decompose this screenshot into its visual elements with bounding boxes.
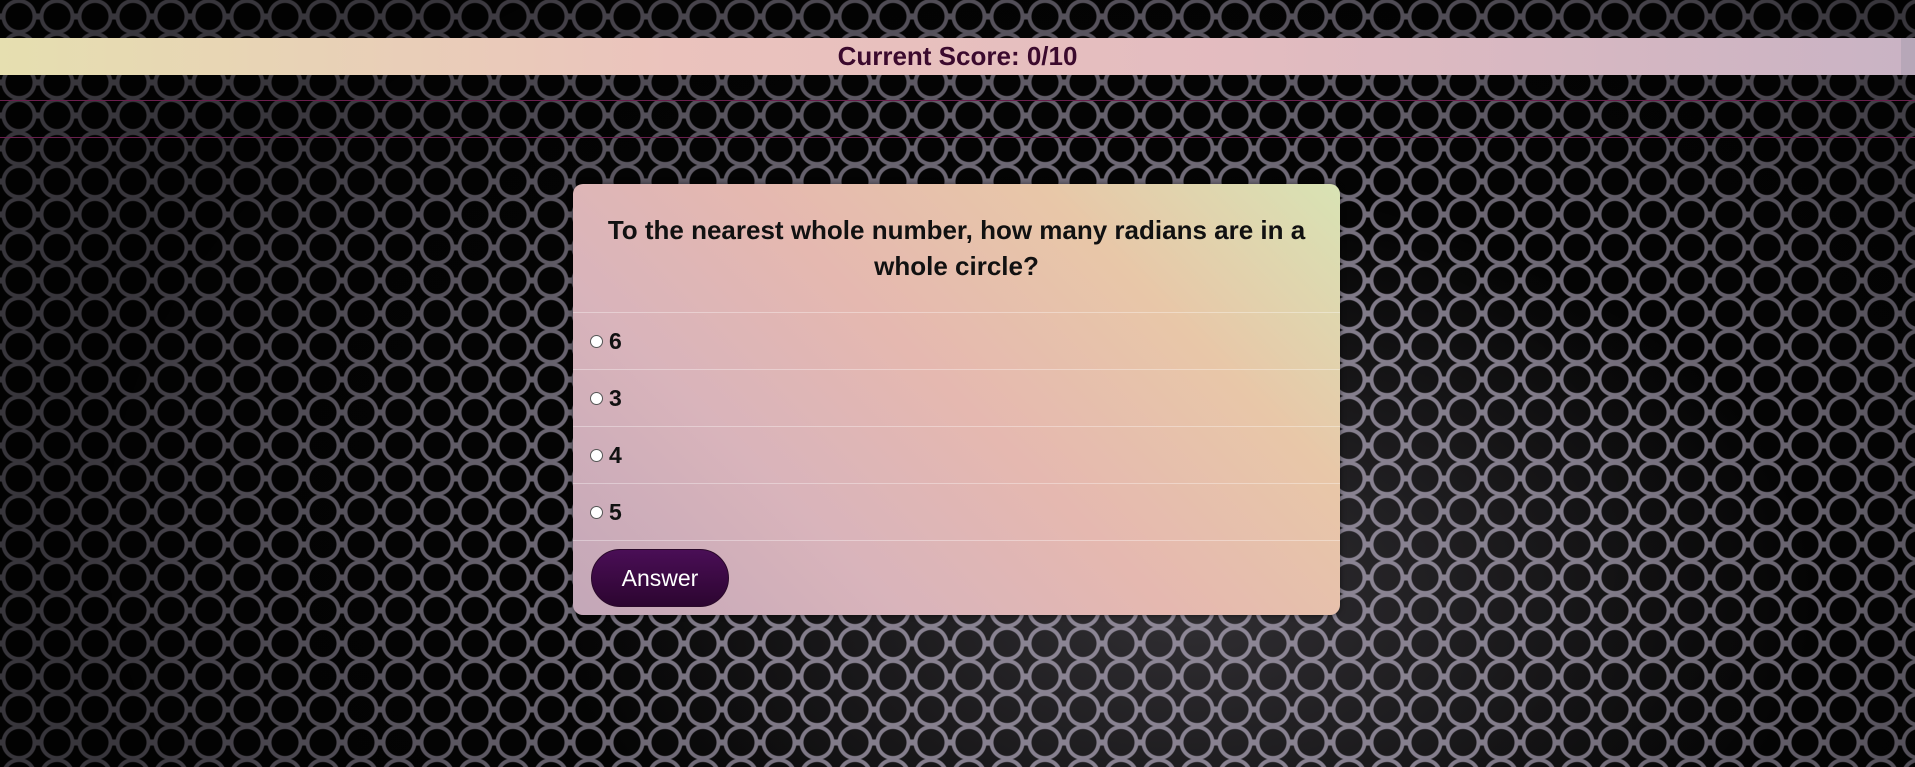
radio-button[interactable] [590,505,603,519]
current-score: Current Score: 0/10 [837,41,1078,71]
divider-line [0,100,1915,101]
question-card: To the nearest whole number, how many ra… [573,184,1340,615]
option-label: 6 [609,327,622,354]
score-bar: Current Score: 0/10 [0,38,1915,75]
question-text: To the nearest whole number, how many ra… [607,215,1306,281]
divider-line [0,137,1915,138]
answer-button[interactable]: Answer [591,549,729,607]
answer-row: Answer [573,540,1340,607]
radio-button[interactable] [590,391,603,405]
option-label: 3 [609,384,622,411]
option-label: 5 [609,498,622,525]
radio-button[interactable] [590,334,603,348]
option-item[interactable]: 6 [573,312,1340,369]
option-label: 4 [609,441,622,468]
option-item[interactable]: 4 [573,426,1340,483]
radio-button[interactable] [590,448,603,462]
scrollbar[interactable] [1901,38,1915,75]
option-item[interactable]: 5 [573,483,1340,540]
option-item[interactable]: 3 [573,369,1340,426]
